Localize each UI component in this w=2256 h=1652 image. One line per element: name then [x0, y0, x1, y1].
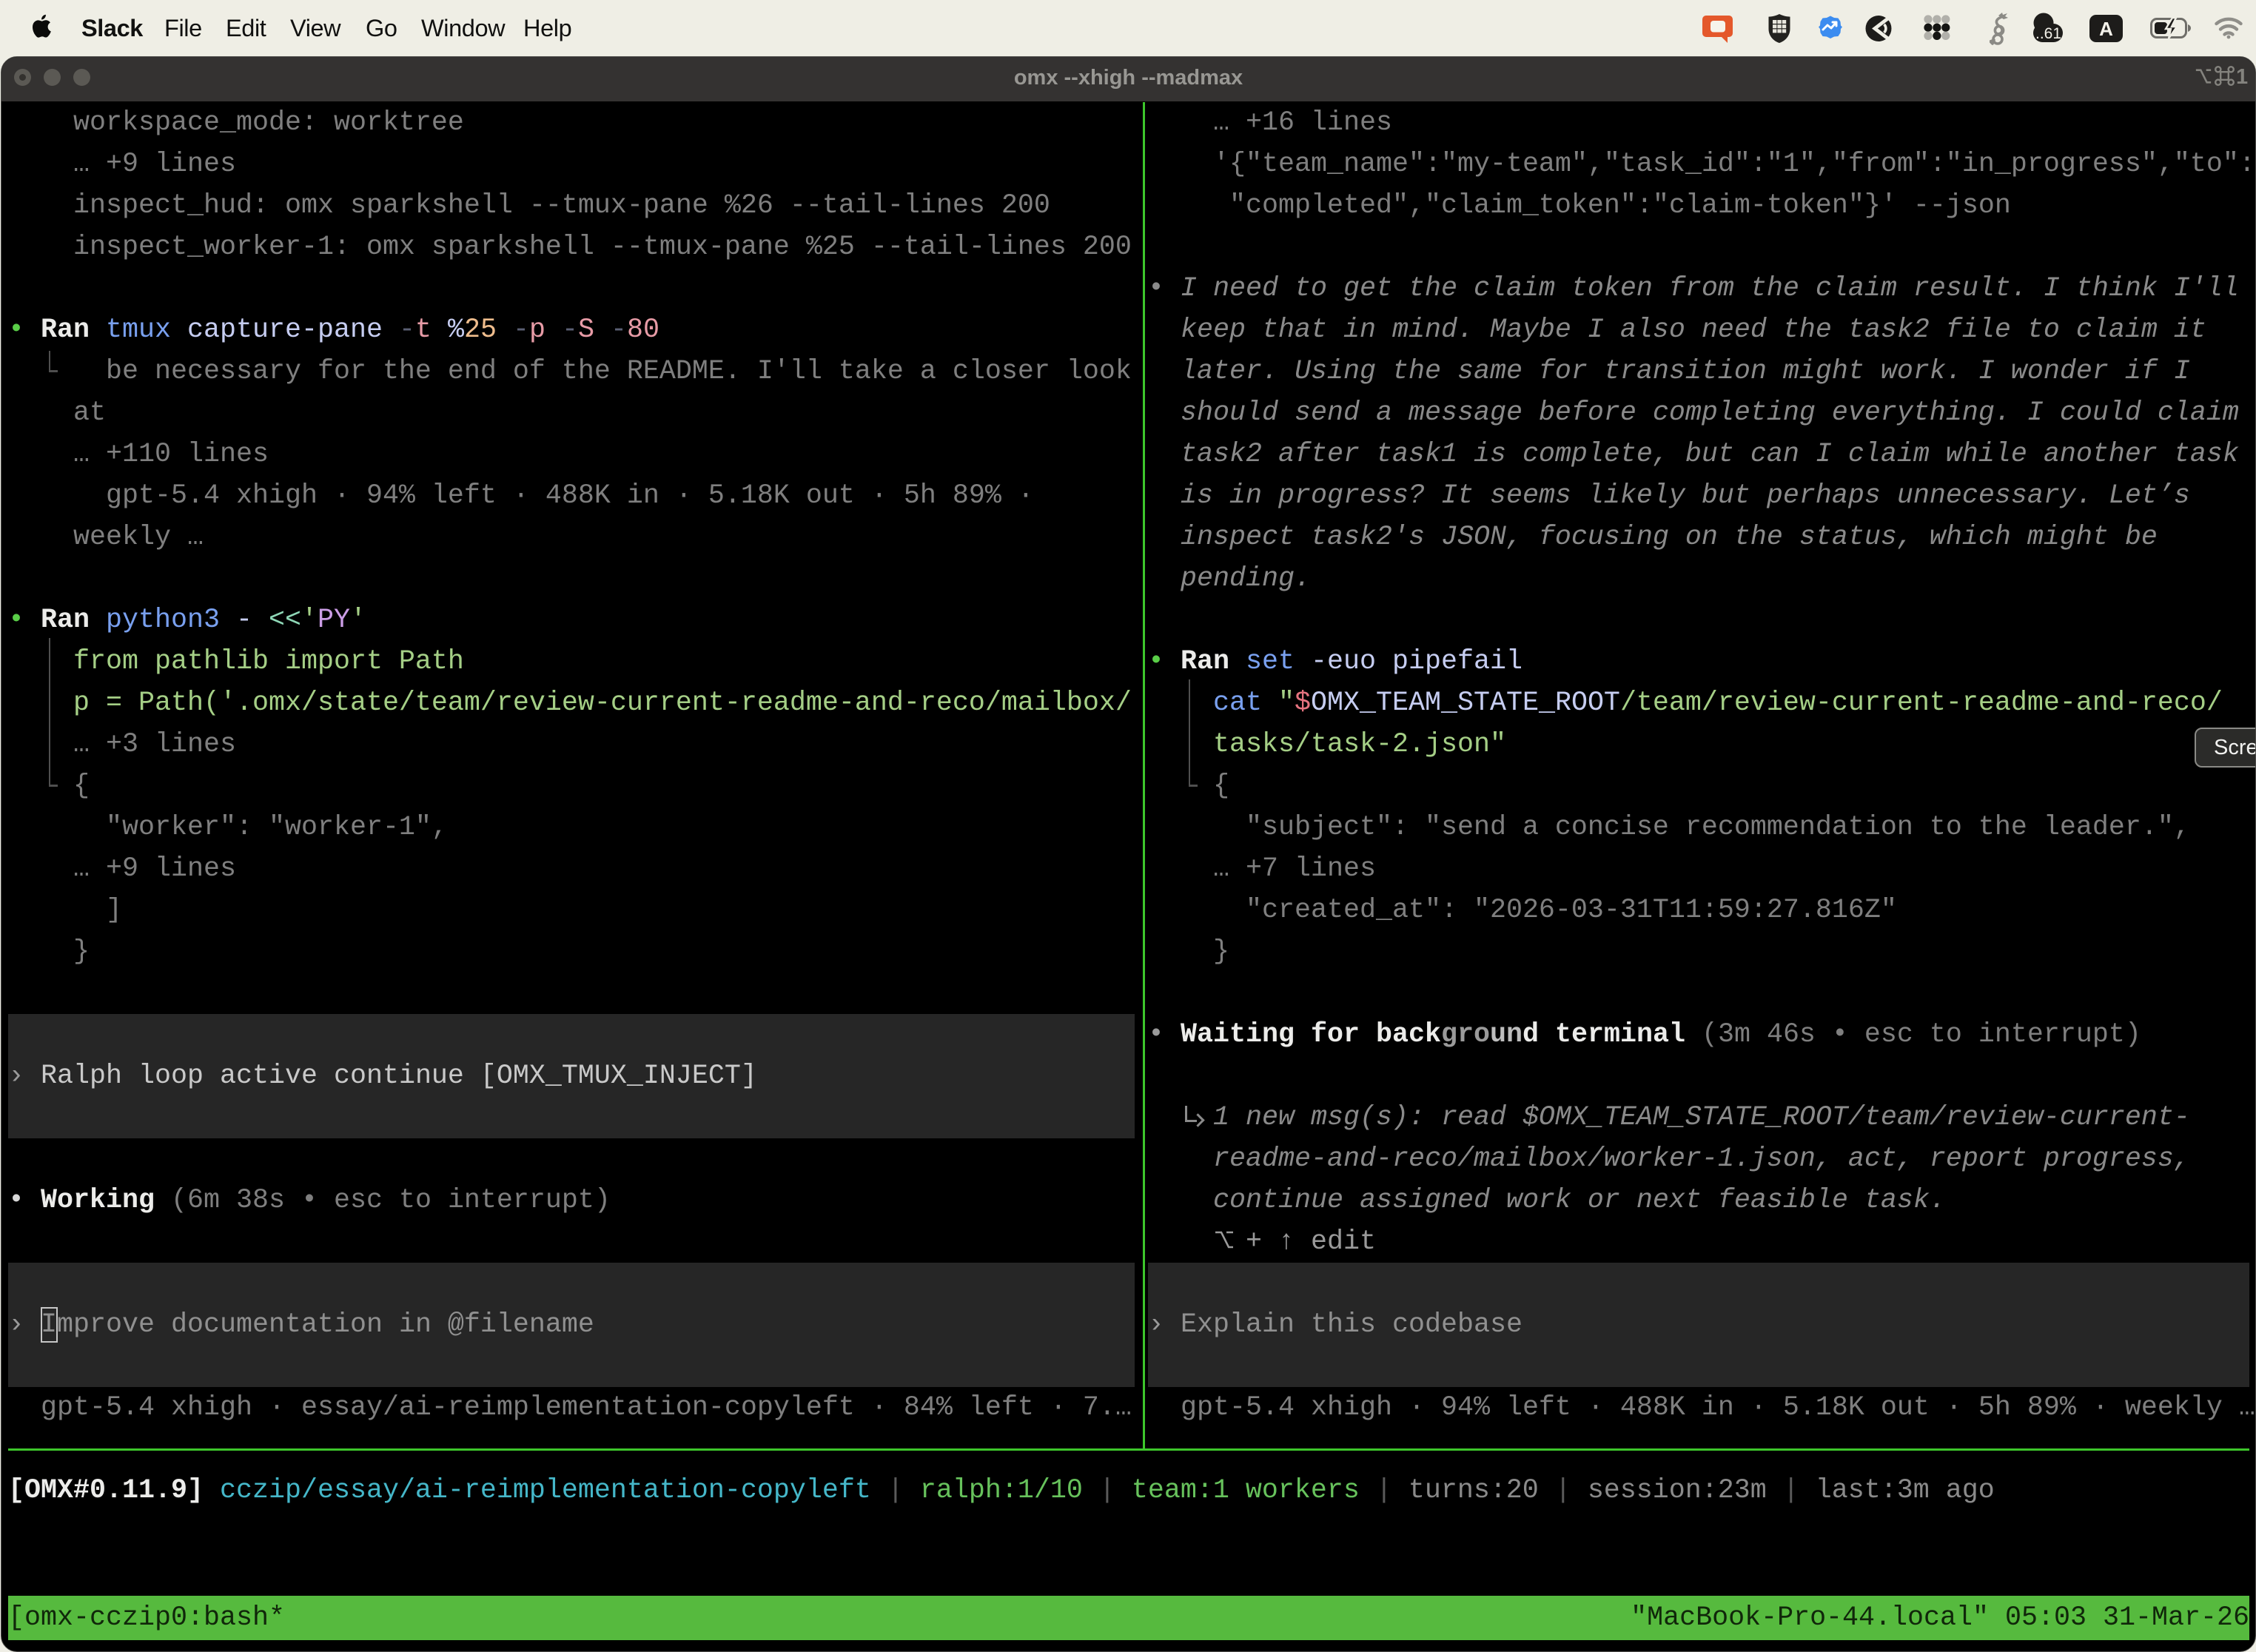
svg-text:..61: ..61 [2035, 25, 2061, 42]
svg-text:A: A [2099, 18, 2113, 40]
